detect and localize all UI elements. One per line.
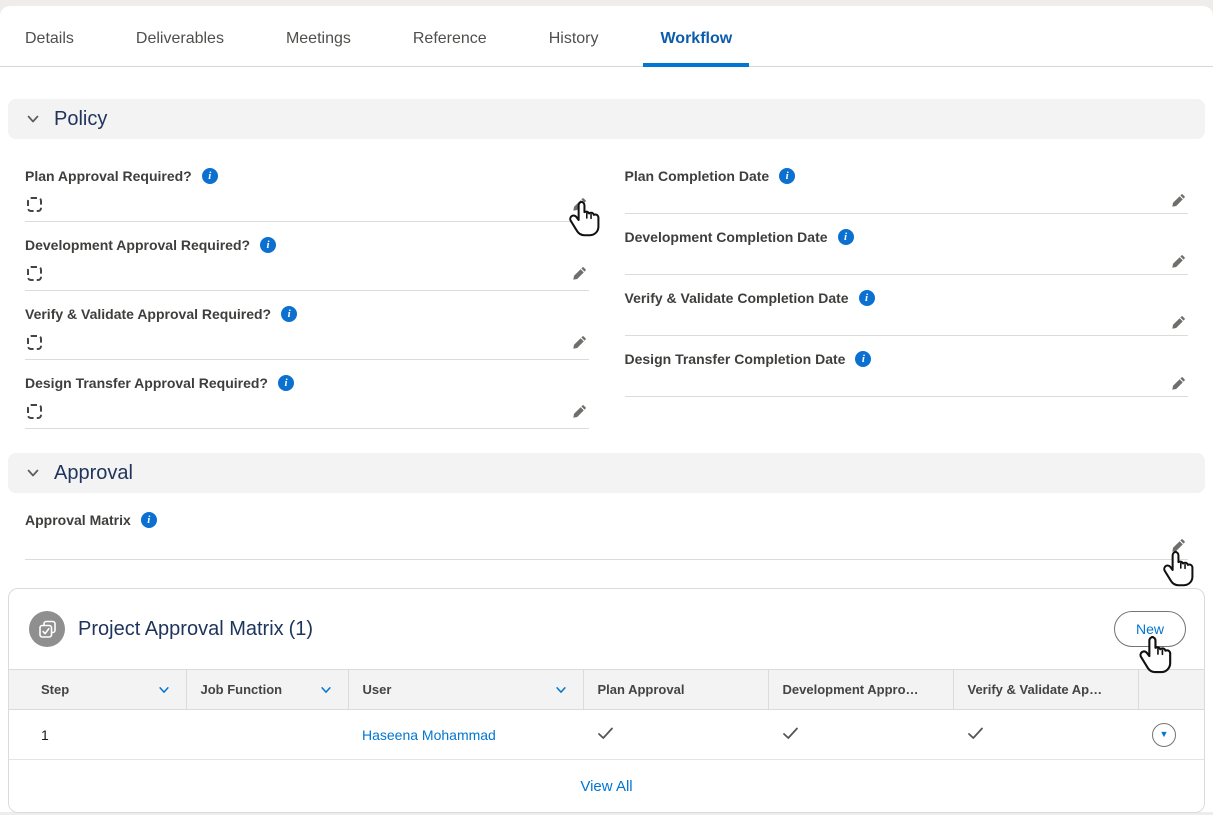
- related-list-footer: View All: [9, 760, 1204, 812]
- tab-history[interactable]: History: [549, 6, 599, 66]
- project-approval-matrix-card: Project Approval Matrix(1) New Step Job …: [8, 588, 1205, 813]
- tab-reference[interactable]: Reference: [413, 6, 487, 66]
- info-icon[interactable]: i: [838, 229, 854, 245]
- checkbox-unchecked: [27, 404, 42, 419]
- record-tabbar: Details Deliverables Meetings Reference …: [0, 6, 1213, 67]
- edit-pencil-icon[interactable]: [571, 195, 589, 213]
- field-design-transfer-completion-date: Design Transfer Completion Date i: [625, 336, 1189, 397]
- edit-pencil-icon[interactable]: [571, 333, 589, 351]
- column-header-step[interactable]: Step: [9, 670, 186, 710]
- dropdown-triangle-icon: ▼: [1160, 730, 1169, 739]
- row-actions-button[interactable]: ▼: [1152, 723, 1176, 747]
- column-header-plan-approval[interactable]: Plan Approval: [583, 670, 768, 710]
- field-plan-approval-required: Plan Approval Required? i: [25, 153, 589, 222]
- field-verify-validate-approval-required: Verify & Validate Approval Required? i: [25, 291, 589, 360]
- edit-pencil-icon[interactable]: [1170, 313, 1188, 331]
- checkmark-icon: [597, 726, 614, 741]
- cell-actions: ▼: [1138, 710, 1204, 760]
- edit-pencil-icon[interactable]: [571, 264, 589, 282]
- policy-section-header[interactable]: Policy: [8, 99, 1205, 139]
- field-label: Plan Approval Required?: [25, 168, 192, 184]
- field-label: Development Approval Required?: [25, 237, 250, 253]
- edit-pencil-icon[interactable]: [1170, 191, 1188, 209]
- cell-plan-approval: [583, 710, 768, 760]
- table-row: 1 Haseena Mohammad ▼: [9, 710, 1204, 760]
- new-button[interactable]: New: [1114, 611, 1186, 647]
- table-header-row: Step Job Function User Plan Approval: [9, 670, 1204, 710]
- info-icon[interactable]: i: [202, 168, 218, 184]
- edit-pencil-icon[interactable]: [571, 402, 589, 420]
- related-list-title: Project Approval Matrix(1): [78, 618, 313, 641]
- info-icon[interactable]: i: [260, 237, 276, 253]
- checkbox-unchecked: [27, 266, 42, 281]
- info-icon[interactable]: i: [141, 512, 157, 528]
- checkmark-icon: [782, 726, 799, 741]
- field-label: Verify & Validate Completion Date: [625, 290, 849, 306]
- tab-details[interactable]: Details: [25, 6, 74, 66]
- view-all-link[interactable]: View All: [580, 778, 632, 795]
- info-icon[interactable]: i: [278, 375, 294, 391]
- policy-left-column: Plan Approval Required? i Development Ap…: [25, 153, 589, 429]
- field-label: Design Transfer Approval Required?: [25, 375, 268, 391]
- field-plan-completion-date: Plan Completion Date i: [625, 153, 1189, 214]
- section-title-approval: Approval: [54, 462, 133, 485]
- checkmark-icon: [967, 726, 984, 741]
- cell-user: Haseena Mohammad: [348, 710, 583, 760]
- info-icon[interactable]: i: [779, 168, 795, 184]
- field-label: Verify & Validate Approval Required?: [25, 306, 271, 322]
- user-record-link[interactable]: Haseena Mohammad: [362, 727, 496, 743]
- edit-pencil-icon[interactable]: [1170, 374, 1188, 392]
- cell-development-approval: [768, 710, 953, 760]
- checkbox-unchecked: [27, 197, 42, 212]
- info-icon[interactable]: i: [281, 306, 297, 322]
- chevron-down-icon: [158, 684, 170, 696]
- tab-meetings[interactable]: Meetings: [286, 6, 351, 66]
- field-development-completion-date: Development Completion Date i: [625, 214, 1189, 275]
- column-header-user[interactable]: User: [348, 670, 583, 710]
- chevron-down-icon: [555, 684, 567, 696]
- page-sheet: Details Deliverables Meetings Reference …: [0, 6, 1213, 812]
- cell-verify-validate-approval: [953, 710, 1138, 760]
- tab-workflow[interactable]: Workflow: [660, 6, 732, 66]
- tab-deliverables[interactable]: Deliverables: [136, 6, 224, 66]
- approval-matrix-object-icon: [29, 611, 65, 647]
- policy-right-column: Plan Completion Date i Development Compl…: [625, 153, 1189, 397]
- edit-pencil-icon[interactable]: [1170, 536, 1188, 554]
- policy-fields: Plan Approval Required? i Development Ap…: [0, 139, 1213, 429]
- edit-pencil-icon[interactable]: [1170, 252, 1188, 270]
- column-header-verify-validate-approval[interactable]: Verify & Validate Ap…: [953, 670, 1138, 710]
- field-label: Design Transfer Completion Date: [625, 351, 846, 367]
- field-development-approval-required: Development Approval Required? i: [25, 222, 589, 291]
- cell-job-function: [186, 710, 348, 760]
- field-design-transfer-approval-required: Design Transfer Approval Required? i: [25, 360, 589, 429]
- related-list-header: Project Approval Matrix(1) New: [9, 589, 1204, 669]
- chevron-down-icon: [320, 684, 332, 696]
- approval-section-header[interactable]: Approval: [8, 453, 1205, 493]
- chevron-down-icon: [26, 466, 40, 480]
- chevron-down-icon: [26, 112, 40, 126]
- section-title-policy: Policy: [54, 108, 107, 131]
- field-approval-matrix: Approval Matrix i: [0, 493, 1213, 560]
- field-label: Plan Completion Date: [625, 168, 770, 184]
- column-header-development-approval[interactable]: Development Appro…: [768, 670, 953, 710]
- field-label: Approval Matrix: [25, 512, 131, 528]
- field-label: Development Completion Date: [625, 229, 828, 245]
- field-verify-validate-completion-date: Verify & Validate Completion Date i: [625, 275, 1189, 336]
- checkbox-unchecked: [27, 335, 42, 350]
- column-header-job-function[interactable]: Job Function: [186, 670, 348, 710]
- record-count: (1): [289, 618, 313, 640]
- cell-step: 1: [9, 710, 186, 760]
- approval-matrix-table: Step Job Function User Plan Approval: [9, 669, 1204, 760]
- info-icon[interactable]: i: [855, 351, 871, 367]
- column-header-actions: [1138, 670, 1204, 710]
- info-icon[interactable]: i: [859, 290, 875, 306]
